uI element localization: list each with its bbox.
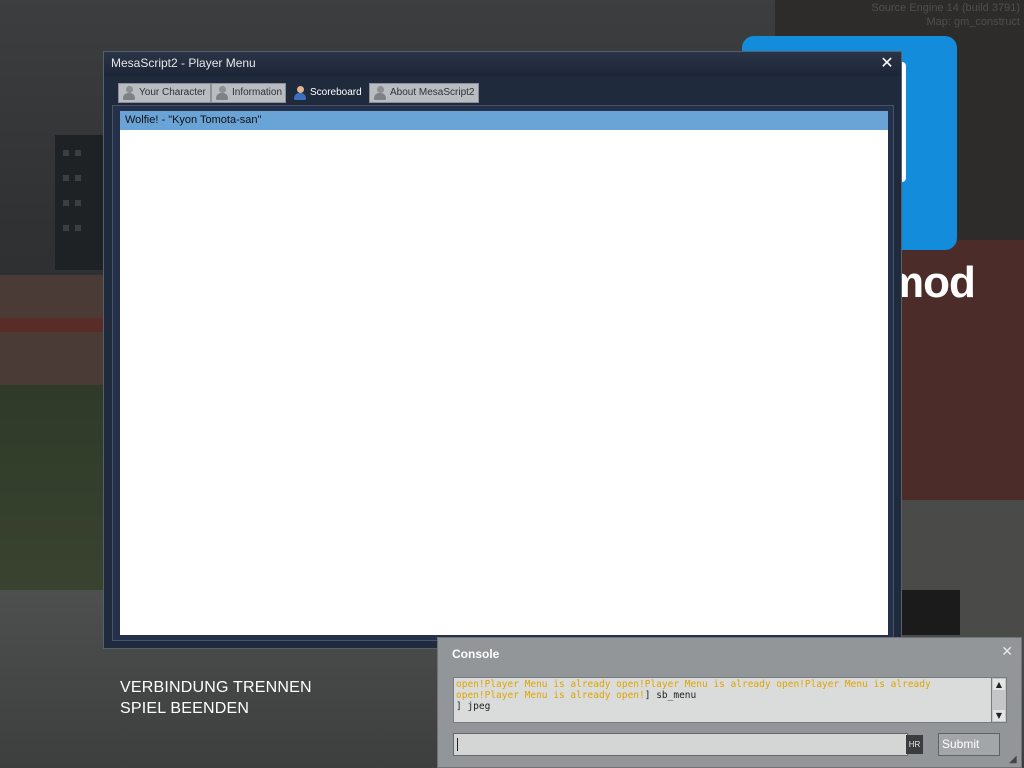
user-icon: [293, 86, 307, 101]
building-left: [55, 135, 103, 270]
wall-stripe: [0, 318, 105, 332]
building-window: [75, 175, 81, 181]
player-menu-titlebar[interactable]: MesaScript2 - Player Menu ✕: [104, 52, 901, 76]
console-input[interactable]: [453, 733, 908, 756]
main-menu: VERBINDUNG TRENNEN SPIEL BEENDEN: [120, 677, 312, 719]
tab-your-character[interactable]: Your Character: [118, 83, 211, 103]
log-command-line: ] jpeg: [456, 701, 491, 712]
tab-label: Scoreboard: [310, 87, 362, 98]
close-icon[interactable]: ✕: [878, 54, 896, 72]
scoreboard-list[interactable]: Wolfie! - "Kyon Tomota-san": [120, 111, 888, 635]
resize-grip-icon[interactable]: ◢: [1009, 755, 1019, 765]
tab-label: About MesaScript2: [390, 87, 475, 98]
console-scrollbar[interactable]: ▲ ▼: [991, 677, 1007, 723]
viewmodel-weapon: [900, 590, 960, 635]
user-icon: [215, 86, 229, 101]
tab-label: Your Character: [139, 87, 206, 98]
quit-game-button[interactable]: SPIEL BEENDEN: [120, 698, 312, 719]
building-window: [75, 200, 81, 206]
building-window: [75, 225, 81, 231]
disconnect-button[interactable]: VERBINDUNG TRENNEN: [120, 677, 312, 698]
console-title: Console: [452, 647, 500, 661]
tab-scoreboard[interactable]: Scoreboard: [289, 83, 367, 105]
close-icon[interactable]: ✕: [1001, 644, 1013, 660]
building-window: [63, 225, 69, 231]
log-warning-line: open!Player Menu is already open!: [456, 690, 645, 701]
player-row[interactable]: Wolfie! - "Kyon Tomota-san": [120, 111, 888, 130]
tab-information[interactable]: Information: [211, 83, 286, 103]
building-window: [63, 175, 69, 181]
console-window: Console ✕ open!Player Menu is already op…: [437, 637, 1022, 768]
grass: [0, 385, 105, 615]
building-window: [63, 150, 69, 156]
hr-badge: HR: [906, 735, 923, 754]
tab-label: Information: [232, 87, 283, 98]
engine-build-text: Source Engine 14 (build 3791): [871, 2, 1020, 14]
user-icon: [122, 86, 136, 101]
building-window: [63, 200, 69, 206]
user-icon: [373, 86, 387, 101]
log-warning-line: open!Player Menu is already open!Player …: [456, 679, 931, 690]
player-menu-window: MesaScript2 - Player Menu ✕ Your Charact…: [103, 51, 902, 649]
submit-button[interactable]: Submit: [938, 733, 1000, 756]
console-log[interactable]: open!Player Menu is already open!Player …: [453, 677, 993, 723]
scroll-down-icon[interactable]: ▼: [993, 710, 1005, 721]
map-name-text: Map: gm_construct: [926, 16, 1020, 28]
player-menu-title: MesaScript2 - Player Menu: [111, 56, 256, 70]
log-command-line: ] sb_menu: [644, 690, 697, 701]
engine-info: Source Engine 14 (build 3791) Map: gm_co…: [871, 1, 1020, 29]
text-caret: [457, 738, 458, 751]
building-window: [75, 150, 81, 156]
tab-about[interactable]: About MesaScript2: [369, 83, 479, 103]
scroll-up-icon[interactable]: ▲: [993, 679, 1005, 690]
